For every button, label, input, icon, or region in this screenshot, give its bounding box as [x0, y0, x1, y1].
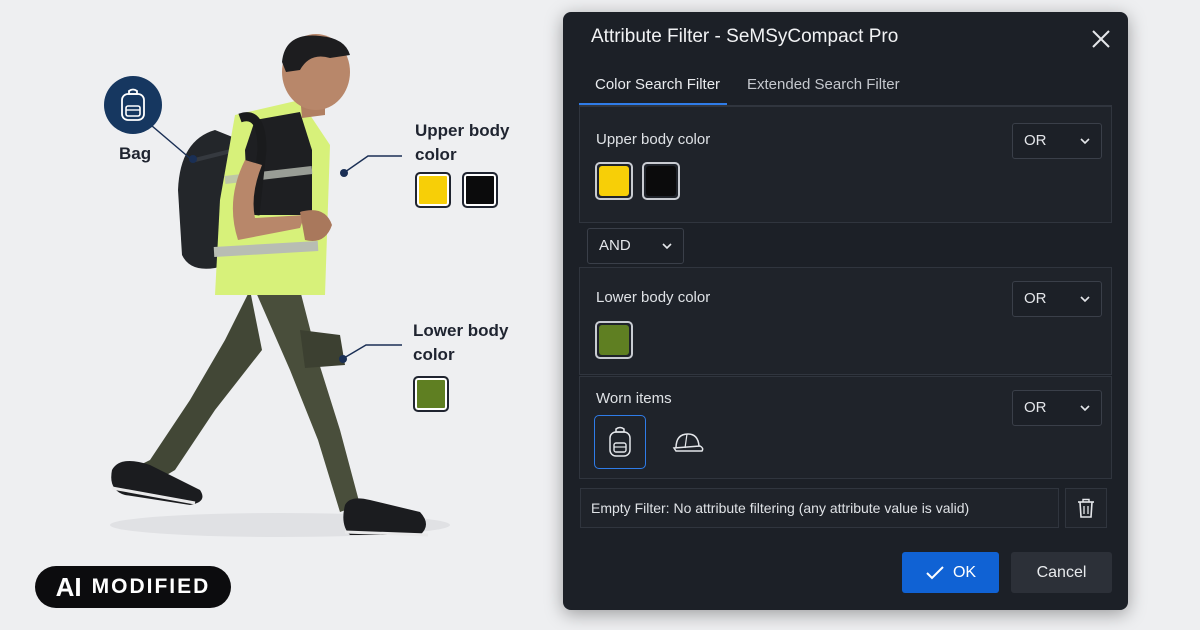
- cap-icon: [672, 433, 704, 452]
- chevron-down-icon: [1080, 138, 1090, 145]
- cancel-button-label: Cancel: [1036, 563, 1087, 581]
- upper-body-section: Upper body color OR: [579, 106, 1112, 223]
- swatch-fill: [599, 325, 629, 355]
- section-joiner-select[interactable]: AND: [587, 228, 684, 264]
- upper-color-swatch-black[interactable]: [642, 162, 680, 200]
- active-tab-indicator: [579, 103, 727, 105]
- section-joiner-value: AND: [599, 237, 631, 254]
- chevron-down-icon: [1080, 405, 1090, 412]
- close-icon[interactable]: [1088, 26, 1114, 52]
- chevron-down-icon: [1080, 296, 1090, 303]
- trash-icon: [1078, 498, 1094, 518]
- lower-swatch-green: [413, 376, 449, 412]
- lower-body-section: Lower body color OR: [579, 267, 1112, 375]
- backpack-icon: [609, 426, 631, 457]
- swatch-fill: [646, 166, 676, 196]
- backpack-icon: [121, 88, 145, 121]
- tab-extended-search-filter[interactable]: Extended Search Filter: [747, 76, 900, 93]
- worn-items-section: Worn items OR: [579, 376, 1112, 479]
- empty-filter-message[interactable]: Empty Filter: No attribute filtering (an…: [580, 488, 1059, 528]
- upper-body-label: Upper body color: [596, 131, 711, 148]
- cancel-button[interactable]: Cancel: [1011, 552, 1112, 593]
- upper-body-callout-label: Upper body color: [415, 121, 510, 164]
- lower-body-operator-value: OR: [1024, 290, 1047, 307]
- clear-filter-button[interactable]: [1065, 488, 1107, 528]
- lower-body-operator-select[interactable]: OR: [1012, 281, 1102, 317]
- ai-badge-modified: MODIFIED: [91, 575, 211, 598]
- upper-swatch-black: [462, 172, 498, 208]
- worn-item-cap-button[interactable]: [662, 415, 714, 469]
- checkmark-icon: [926, 565, 944, 579]
- attribute-filter-dialog: Attribute Filter - SeMSyCompact Pro Colo…: [563, 12, 1128, 610]
- ai-modified-badge: AI MODIFIED: [35, 566, 231, 608]
- callout-lines: [144, 119, 402, 363]
- chevron-down-icon: [662, 243, 672, 250]
- ok-button[interactable]: OK: [902, 552, 999, 593]
- lower-body-callout-label: Lower body color: [413, 321, 509, 364]
- worn-items-operator-select[interactable]: OR: [1012, 390, 1102, 426]
- upper-body-operator-value: OR: [1024, 132, 1047, 149]
- ai-badge-ai: AI: [55, 571, 82, 602]
- upper-body-operator-select[interactable]: OR: [1012, 123, 1102, 159]
- dialog-title: Attribute Filter - SeMSyCompact Pro: [591, 26, 899, 47]
- lower-color-swatch-green[interactable]: [595, 321, 633, 359]
- bag-label: Bag: [119, 144, 152, 163]
- worn-item-backpack-button[interactable]: [594, 415, 646, 469]
- upper-swatch-yellow: [415, 172, 451, 208]
- tab-color-search-filter[interactable]: Color Search Filter: [595, 76, 720, 93]
- ok-button-label: OK: [952, 563, 977, 581]
- worn-items-operator-value: OR: [1024, 399, 1047, 416]
- upper-color-swatch-yellow[interactable]: [595, 162, 633, 200]
- bag-badge: [104, 76, 162, 134]
- worn-items-label: Worn items: [596, 390, 672, 407]
- swatch-fill: [599, 166, 629, 196]
- lower-body-label: Lower body color: [596, 289, 711, 306]
